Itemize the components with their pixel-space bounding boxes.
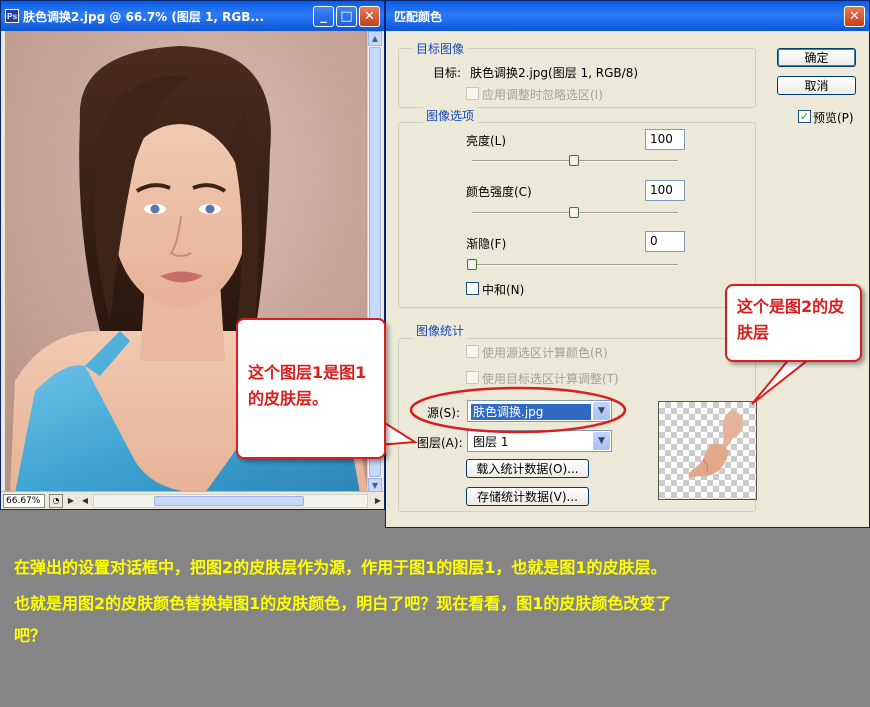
- horizontal-scroll-thumb[interactable]: [154, 495, 304, 506]
- save-stats-button[interactable]: 存储统计数据(V)...: [466, 487, 589, 506]
- luminance-label: 亮度(L): [466, 134, 507, 148]
- scroll-left-arrow[interactable]: ◀: [79, 494, 91, 508]
- layer-label: 图层(A):: [417, 436, 463, 450]
- source-select-value: 肤色调换.jpg: [471, 404, 591, 420]
- dialog-close-button[interactable]: ✕: [844, 5, 865, 27]
- fade-slider-knob[interactable]: [467, 259, 477, 270]
- status-menu-arrow-icon[interactable]: ▶: [65, 494, 77, 508]
- scroll-right-arrow[interactable]: ▶: [372, 494, 384, 508]
- horizontal-scrollbar[interactable]: [93, 493, 368, 508]
- preview-label: 预览(P): [813, 111, 854, 125]
- caption-line-2: 也就是用图2的皮肤颜色替换掉图1的皮肤颜色，明白了吧？现在看看，图1的皮肤颜色改…: [14, 594, 672, 613]
- ignore-selection-checkbox[interactable]: [466, 87, 479, 100]
- luminance-slider-knob[interactable]: [569, 155, 580, 166]
- use-target-selection-checkbox[interactable]: [466, 371, 479, 384]
- use-target-selection-label: 使用目标选区计算调整(T): [482, 372, 619, 386]
- preview-checkbox[interactable]: ✓: [798, 110, 811, 123]
- luminance-input[interactable]: 100: [645, 129, 685, 150]
- load-stats-button[interactable]: 载入统计数据(O)...: [466, 459, 589, 478]
- zoom-field[interactable]: 66.67%: [3, 493, 45, 508]
- caption-line-1: 在弹出的设置对话框中，把图2的皮肤层作为源，作用于图1的图层1，也就是图1的皮肤…: [14, 558, 667, 577]
- callout-left: 这个图层1是图1的皮肤层。: [236, 318, 386, 459]
- fade-label: 渐隐(F): [466, 237, 507, 251]
- use-source-selection-checkbox[interactable]: [466, 345, 479, 358]
- target-label: 目标:: [433, 66, 462, 80]
- dialog-title: 匹配颜色: [394, 9, 443, 24]
- maximize-button[interactable]: □: [336, 5, 357, 27]
- neutralize-label: 中和(N): [482, 283, 525, 297]
- info-icon[interactable]: ◔: [49, 493, 63, 508]
- layer-select-value: 图层 1: [473, 435, 509, 449]
- layer-select[interactable]: 图层 1 ▼: [467, 430, 612, 452]
- color-intensity-input[interactable]: 100: [645, 180, 685, 201]
- close-button[interactable]: ✕: [359, 5, 380, 27]
- status-bar: 66.67% ◔ ▶ ◀ ▶: [1, 491, 384, 509]
- scroll-up-arrow[interactable]: ▲: [368, 31, 382, 46]
- cancel-button[interactable]: 取消: [777, 76, 856, 95]
- document-title: 肤色调换2.jpg @ 66.7% (图层 1, RGB...: [23, 9, 265, 24]
- photoshop-icon: Ps: [5, 9, 19, 23]
- document-titlebar[interactable]: Ps 肤色调换2.jpg @ 66.7% (图层 1, RGB... _ □ ✕: [1, 1, 384, 31]
- chevron-down-icon[interactable]: ▼: [593, 402, 610, 420]
- use-source-selection-label: 使用源选区计算颜色(R): [482, 346, 608, 360]
- color-intensity-slider-knob[interactable]: [569, 207, 580, 218]
- source-skin-layer-image: [688, 410, 743, 478]
- chevron-down-icon[interactable]: ▼: [593, 432, 610, 450]
- neutralize-checkbox[interactable]: [466, 282, 479, 295]
- color-intensity-label: 颜色强度(C): [466, 185, 532, 199]
- image-statistics-title: 图像统计: [413, 322, 468, 339]
- fade-input[interactable]: 0: [645, 231, 685, 252]
- dialog-titlebar[interactable]: 匹配颜色 ✕: [386, 1, 869, 31]
- ignore-selection-label: 应用调整时忽略选区(I): [482, 88, 603, 102]
- callout-right: 这个是图2的皮肤层: [725, 284, 862, 362]
- target-value: 肤色调换2.jpg(图层 1, RGB/8): [470, 66, 639, 80]
- target-image-title: 目标图像: [413, 40, 468, 57]
- fade-slider-track[interactable]: [472, 264, 678, 266]
- minimize-button[interactable]: _: [313, 5, 334, 27]
- source-preview-thumbnail: [658, 401, 757, 500]
- image-options-title: 图像选项: [423, 107, 478, 124]
- ok-button[interactable]: 确定: [777, 48, 856, 67]
- caption-line-3: 吧？: [14, 626, 47, 645]
- source-select[interactable]: 肤色调换.jpg ▼: [467, 400, 612, 422]
- source-label: 源(S):: [427, 406, 461, 420]
